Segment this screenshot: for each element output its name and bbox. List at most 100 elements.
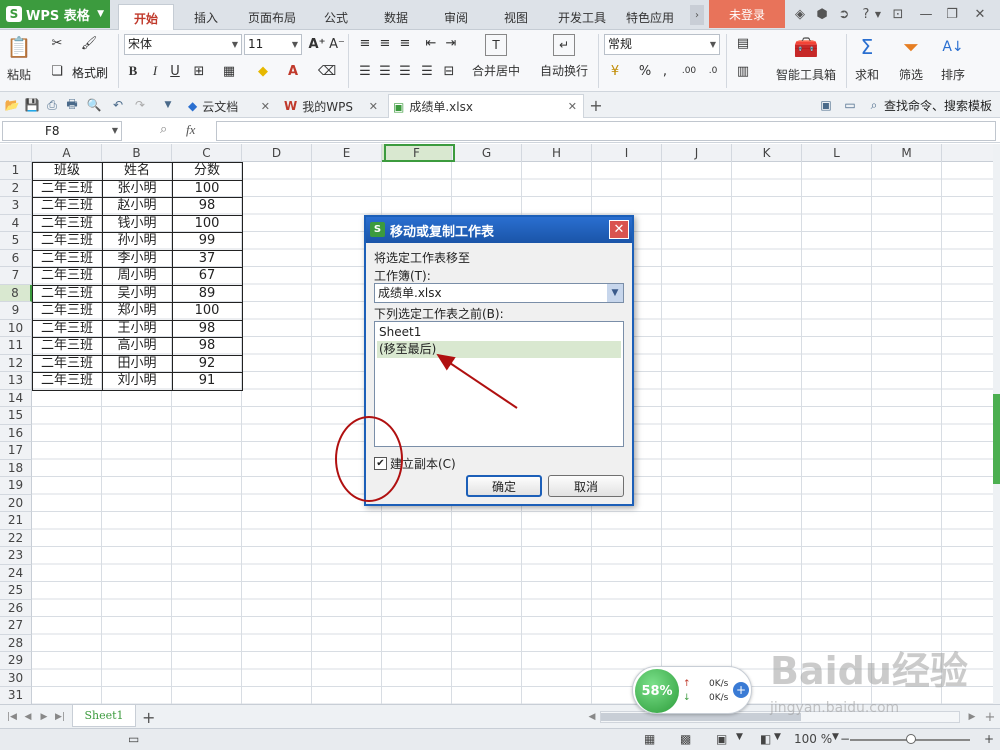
print-icon[interactable]: 🖶 [64,97,80,113]
table-cell[interactable]: 100 [172,302,242,320]
cell-style-icon[interactable]: ▦ [220,62,238,80]
align-left-icon[interactable]: ☰ [356,62,374,80]
close-icon[interactable]: ✕ [568,100,577,113]
row-header-26[interactable]: 26 [0,599,32,617]
row-header-10[interactable]: 10 [0,319,32,337]
table-cell[interactable]: 田小明 [102,355,172,373]
new-tab-icon[interactable]: + [588,96,604,115]
currency-icon[interactable]: ¥ [606,62,624,80]
font-color-icon[interactable]: A [284,62,302,80]
table-cell[interactable]: 37 [172,250,242,268]
close-icon[interactable]: ✕ [261,100,270,113]
column-header-a[interactable]: A [32,144,102,162]
table-cell[interactable]: 91 [172,372,242,390]
app-menu-button[interactable]: S WPS 表格 ▼ [0,0,110,28]
table-cell[interactable]: 赵小明 [102,197,172,215]
smart-toolbox-button[interactable]: 🧰 智能工具箱 [776,34,836,83]
table-cell[interactable]: 92 [172,355,242,373]
tab-cloud-docs[interactable]: ◆ 云文档 ✕ [184,94,276,118]
tab-page-layout[interactable]: 页面布局 [240,4,304,30]
tab-my-wps[interactable]: W 我的WPS ✕ [280,94,384,118]
decrease-decimal-icon[interactable]: .0 [704,62,722,80]
decrease-font-icon[interactable]: A⁻ [328,35,346,53]
tab-review[interactable]: 审阅 [432,4,480,30]
table-cell[interactable]: 郑小明 [102,302,172,320]
underline-icon[interactable]: U [166,62,184,80]
increase-font-icon[interactable]: A⁺ [308,35,326,53]
row-header-3[interactable]: 3 [0,197,32,215]
zoom-value[interactable]: 100 % [794,732,832,746]
search-icon[interactable]: ⌕ [866,97,882,113]
table-cell[interactable]: 二年三班 [32,355,102,373]
row-header-2[interactable]: 2 [0,179,32,197]
normal-view-icon[interactable]: ▦ [644,732,655,746]
scroll-left-icon[interactable]: ◀ [586,710,598,724]
page-break-view-icon[interactable]: ▩ [680,732,691,746]
distribute-icon[interactable]: ⊟ [440,62,458,80]
table-style-icon[interactable]: ▤ [734,34,752,52]
row-header-21[interactable]: 21 [0,512,32,530]
table-cell[interactable]: 二年三班 [32,197,102,215]
column-header-e[interactable]: E [312,144,382,162]
row-header-22[interactable]: 22 [0,529,32,547]
tab-developer[interactable]: 开发工具 [552,4,612,30]
column-header-m[interactable]: M [872,144,942,162]
list-item-move-to-end[interactable]: (移至最后) [377,341,621,358]
restore-ribbon-icon[interactable]: ⊡ [890,6,906,22]
tab-workbook[interactable]: ▣ 成绩单.xlsx ✕ [388,94,584,118]
zoom-slider[interactable] [850,734,970,744]
table-cell[interactable]: 二年三班 [32,232,102,250]
table-cell[interactable]: 98 [172,197,242,215]
maximize-icon[interactable]: ❐ [944,6,960,22]
table-cell[interactable]: 孙小明 [102,232,172,250]
table-cell[interactable]: 高小明 [102,337,172,355]
column-header-i[interactable]: I [592,144,662,162]
chevron-down-icon[interactable]: ▼ [774,732,781,742]
tab-data[interactable]: 数据 [372,4,420,30]
table-cell[interactable]: 67 [172,267,242,285]
copy-icon[interactable]: ❏ [48,62,66,80]
scroll-thumb[interactable] [993,394,1000,484]
cut-icon[interactable]: ✂ [48,34,66,52]
sheet-listbox[interactable]: Sheet1 (移至最后) [374,321,624,447]
add-column-icon[interactable]: + [984,710,996,725]
align-middle-icon[interactable]: ≡ [376,34,394,52]
undo-icon[interactable]: ↶ [110,97,126,113]
row-header-17[interactable]: 17 [0,442,32,460]
fill-color-icon[interactable]: ◆ [254,62,272,80]
table-header-cell[interactable]: 班级 [32,162,102,180]
name-box[interactable]: F8 ▼ [2,121,122,141]
table-cell[interactable]: 二年三班 [32,320,102,338]
merge-center-button[interactable]: T 合并居中 [472,34,520,79]
chevron-down-icon[interactable]: ▼ [160,97,176,113]
share-icon[interactable]: ➲ [836,6,852,22]
bold-icon[interactable]: B [124,62,142,80]
column-header-l[interactable]: L [802,144,872,162]
italic-icon[interactable]: I [146,62,164,80]
table-cell[interactable]: 周小明 [102,267,172,285]
table-cell[interactable]: 二年三班 [32,372,102,390]
row-header-16[interactable]: 16 [0,424,32,442]
row-header-27[interactable]: 27 [0,617,32,635]
command-search-input[interactable]: 查找命令、搜索模板 [884,97,992,114]
table-header-cell[interactable]: 姓名 [102,162,172,180]
row-header-20[interactable]: 20 [0,494,32,512]
table-header-cell[interactable]: 分数 [172,162,242,180]
open-folder-icon[interactable]: 📂 [4,97,20,113]
column-header-j[interactable]: J [662,144,732,162]
close-icon[interactable]: ✕ [972,6,988,22]
row-header-28[interactable]: 28 [0,634,32,652]
sort-button[interactable]: A↓ 排序 [940,34,966,83]
chevron-down-icon[interactable]: ▼ [832,732,839,742]
chevron-down-icon[interactable]: ▼ [736,732,743,742]
table-cell[interactable]: 刘小明 [102,372,172,390]
table-cell[interactable]: 98 [172,320,242,338]
network-speed-widget[interactable]: 58% ↑ ↓ 0K/s 0K/s + [632,666,752,714]
format-painter-icon[interactable]: 🖌 [80,34,98,52]
row-header-23[interactable]: 23 [0,547,32,565]
formula-input[interactable] [216,121,996,141]
table-cell[interactable]: 89 [172,285,242,303]
row-header-6[interactable]: 6 [0,249,32,267]
tab-insert[interactable]: 插入 [180,4,232,30]
font-name-select[interactable]: 宋体 ▼ [124,34,242,55]
